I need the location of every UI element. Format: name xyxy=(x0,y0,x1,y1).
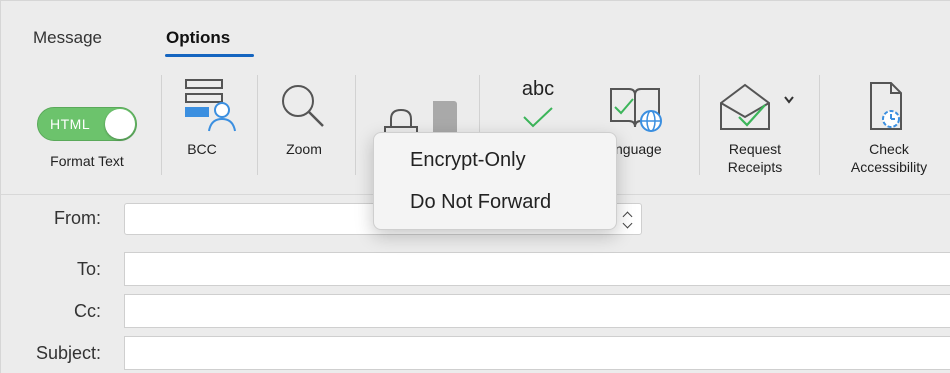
menu-item-do-not-forward[interactable]: Do Not Forward xyxy=(410,191,551,214)
from-label: From: xyxy=(54,208,101,228)
subject-field[interactable] xyxy=(124,336,950,370)
zoom-icon[interactable] xyxy=(278,81,328,131)
bcc-icon[interactable] xyxy=(182,77,242,137)
separator xyxy=(257,75,258,175)
request-receipts-label-line2[interactable]: Receipts xyxy=(717,159,793,176)
toggle-knob xyxy=(105,109,135,139)
tab-message[interactable]: Message xyxy=(33,28,102,48)
cc-label: Cc: xyxy=(74,301,101,321)
ribbon-tabs: Message Options xyxy=(1,1,950,59)
envelope-check-icon[interactable] xyxy=(717,81,779,133)
accessibility-check-icon[interactable] xyxy=(865,81,905,135)
bcc-button-label[interactable]: BCC xyxy=(177,141,227,158)
subject-label: Subject: xyxy=(35,343,101,363)
chevron-down-icon[interactable] xyxy=(783,95,795,105)
format-html-toggle[interactable]: HTML xyxy=(37,107,137,141)
check-icon[interactable] xyxy=(521,105,555,129)
separator xyxy=(161,75,162,175)
menu-item-encrypt-only[interactable]: Encrypt-Only xyxy=(410,149,526,172)
language-button-label[interactable]: nguage xyxy=(615,141,685,158)
outlook-compose-window: Message Options HTML Format Text BCC Zoo… xyxy=(0,0,950,373)
separator xyxy=(819,75,820,175)
cc-field[interactable] xyxy=(124,294,950,328)
zoom-button-label[interactable]: Zoom xyxy=(278,141,330,158)
active-tab-indicator xyxy=(165,54,254,57)
separator xyxy=(355,75,356,175)
check-accessibility-label-line1[interactable]: Check xyxy=(837,141,941,158)
to-label: To: xyxy=(76,259,101,279)
language-book-icon[interactable] xyxy=(607,83,663,133)
check-accessibility-label-line2[interactable]: Accessibility xyxy=(837,159,941,176)
format-text-label: Format Text xyxy=(50,153,124,169)
encrypt-options-menu: Encrypt-Only Do Not Forward xyxy=(373,132,617,230)
to-field[interactable] xyxy=(124,252,950,286)
request-receipts-label-line1[interactable]: Request xyxy=(717,141,793,158)
select-stepper-icon xyxy=(621,211,635,229)
tab-options[interactable]: Options xyxy=(166,28,230,48)
separator xyxy=(699,75,700,175)
spelling-abc-text: abc xyxy=(521,78,555,100)
toggle-label: HTML xyxy=(50,116,91,132)
